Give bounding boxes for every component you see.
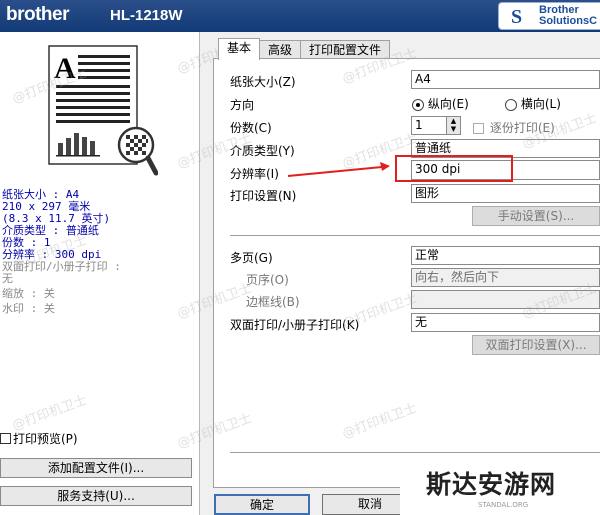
settings-summary: 纸张大小 : A4 210 x 297 毫米 (8.3 x 11.7 英寸) 介… bbox=[2, 189, 121, 315]
site-logo-subtext: STANDAL.ORG bbox=[478, 501, 529, 509]
paper-size-label: 纸张大小(Z) bbox=[230, 75, 296, 89]
highlight-box bbox=[395, 155, 513, 182]
orientation-label: 方向 bbox=[230, 98, 255, 112]
copies-spin-buttons[interactable]: ▲ ▼ bbox=[446, 116, 461, 135]
brother-solutions-button[interactable]: S Brother SolutionsC bbox=[498, 2, 600, 30]
portrait-label: 纵向(E) bbox=[427, 97, 469, 111]
ok-button[interactable]: 确定 bbox=[214, 494, 310, 515]
manual-setting-button[interactable]: 手动设置(S)... bbox=[472, 206, 600, 226]
add-profile-button[interactable]: 添加配置文件(I)... bbox=[0, 458, 192, 478]
print-setting-select[interactable]: 图形 bbox=[411, 184, 600, 203]
site-logo-text: 斯达安游网 bbox=[426, 470, 557, 499]
checkbox-box[interactable] bbox=[473, 123, 484, 134]
support-button[interactable]: 服务支持(U)... bbox=[0, 486, 192, 506]
resolution-label: 分辨率(I) bbox=[230, 167, 279, 181]
checkbox-box[interactable] bbox=[0, 433, 11, 444]
multipage-label: 多页(G) bbox=[230, 251, 273, 265]
duplex-select[interactable]: 无 bbox=[411, 313, 600, 332]
page-order-select[interactable]: 向右，然后向下 bbox=[411, 268, 600, 287]
border-line-label: 边框线(B) bbox=[246, 295, 300, 309]
print-preview-checkbox[interactable]: 打印预览(P) bbox=[0, 430, 78, 447]
tab-print-profiles[interactable]: 打印配置文件 bbox=[300, 40, 391, 60]
multipage-select[interactable]: 正常 bbox=[411, 246, 600, 265]
collate-checkbox[interactable]: 逐份打印(E) bbox=[473, 119, 555, 136]
collate-label: 逐份打印(E) bbox=[489, 121, 555, 135]
spin-up-icon[interactable]: ▲ bbox=[447, 117, 460, 125]
section-divider bbox=[230, 235, 600, 237]
tab-advanced[interactable]: 高级 bbox=[259, 40, 302, 60]
copies-label: 份数(C) bbox=[230, 121, 272, 135]
site-logo: 斯达安游网 STANDAL.ORG bbox=[400, 459, 600, 515]
radio-button[interactable] bbox=[505, 98, 517, 111]
document-preview-icon: A bbox=[48, 45, 158, 176]
solutions-line2: SolutionsC bbox=[539, 15, 598, 27]
title-bar: brother HL-1218W S Brother SolutionsC bbox=[0, 0, 600, 32]
spin-down-icon[interactable]: ▼ bbox=[447, 125, 460, 133]
tab-strip: 基本 高级 打印配置文件 bbox=[218, 38, 391, 60]
printer-model: HL-1218W bbox=[110, 7, 183, 24]
summary-line: 缩放 : 关 bbox=[2, 287, 55, 300]
landscape-label: 横向(L) bbox=[520, 97, 561, 111]
orientation-portrait-radio[interactable]: 纵向(E) bbox=[412, 95, 469, 112]
summary-line: 无 bbox=[2, 272, 13, 285]
border-line-select[interactable] bbox=[411, 290, 600, 309]
brand-logo: brother bbox=[6, 4, 70, 25]
solutions-s-icon: S bbox=[511, 6, 523, 28]
print-setting-label: 打印设置(N) bbox=[230, 189, 297, 203]
duplex-setting-button[interactable]: 双面打印设置(X)... bbox=[472, 335, 600, 355]
paper-size-select[interactable]: A4 bbox=[411, 70, 600, 89]
tab-basic[interactable]: 基本 bbox=[218, 38, 261, 60]
duplex-label: 双面打印/小册子打印(K) bbox=[230, 318, 360, 332]
print-preview-label: 打印预览(P) bbox=[13, 432, 78, 446]
red-arrow-icon bbox=[287, 162, 390, 177]
media-type-label: 介质类型(Y) bbox=[230, 144, 295, 158]
summary-line: 水印 : 关 bbox=[2, 302, 55, 315]
orientation-landscape-radio[interactable]: 横向(L) bbox=[505, 95, 561, 112]
preview-pane: A 纸张大小 : A4 210 x 297 毫米 (8.3 x 11.7 英寸)… bbox=[0, 32, 200, 515]
summary-line: 双面打印/小册子打印 : bbox=[2, 260, 121, 273]
section-divider bbox=[230, 452, 600, 454]
radio-button[interactable] bbox=[412, 98, 424, 111]
svg-text:A: A bbox=[54, 52, 76, 85]
page-order-label: 页序(O) bbox=[246, 273, 289, 287]
